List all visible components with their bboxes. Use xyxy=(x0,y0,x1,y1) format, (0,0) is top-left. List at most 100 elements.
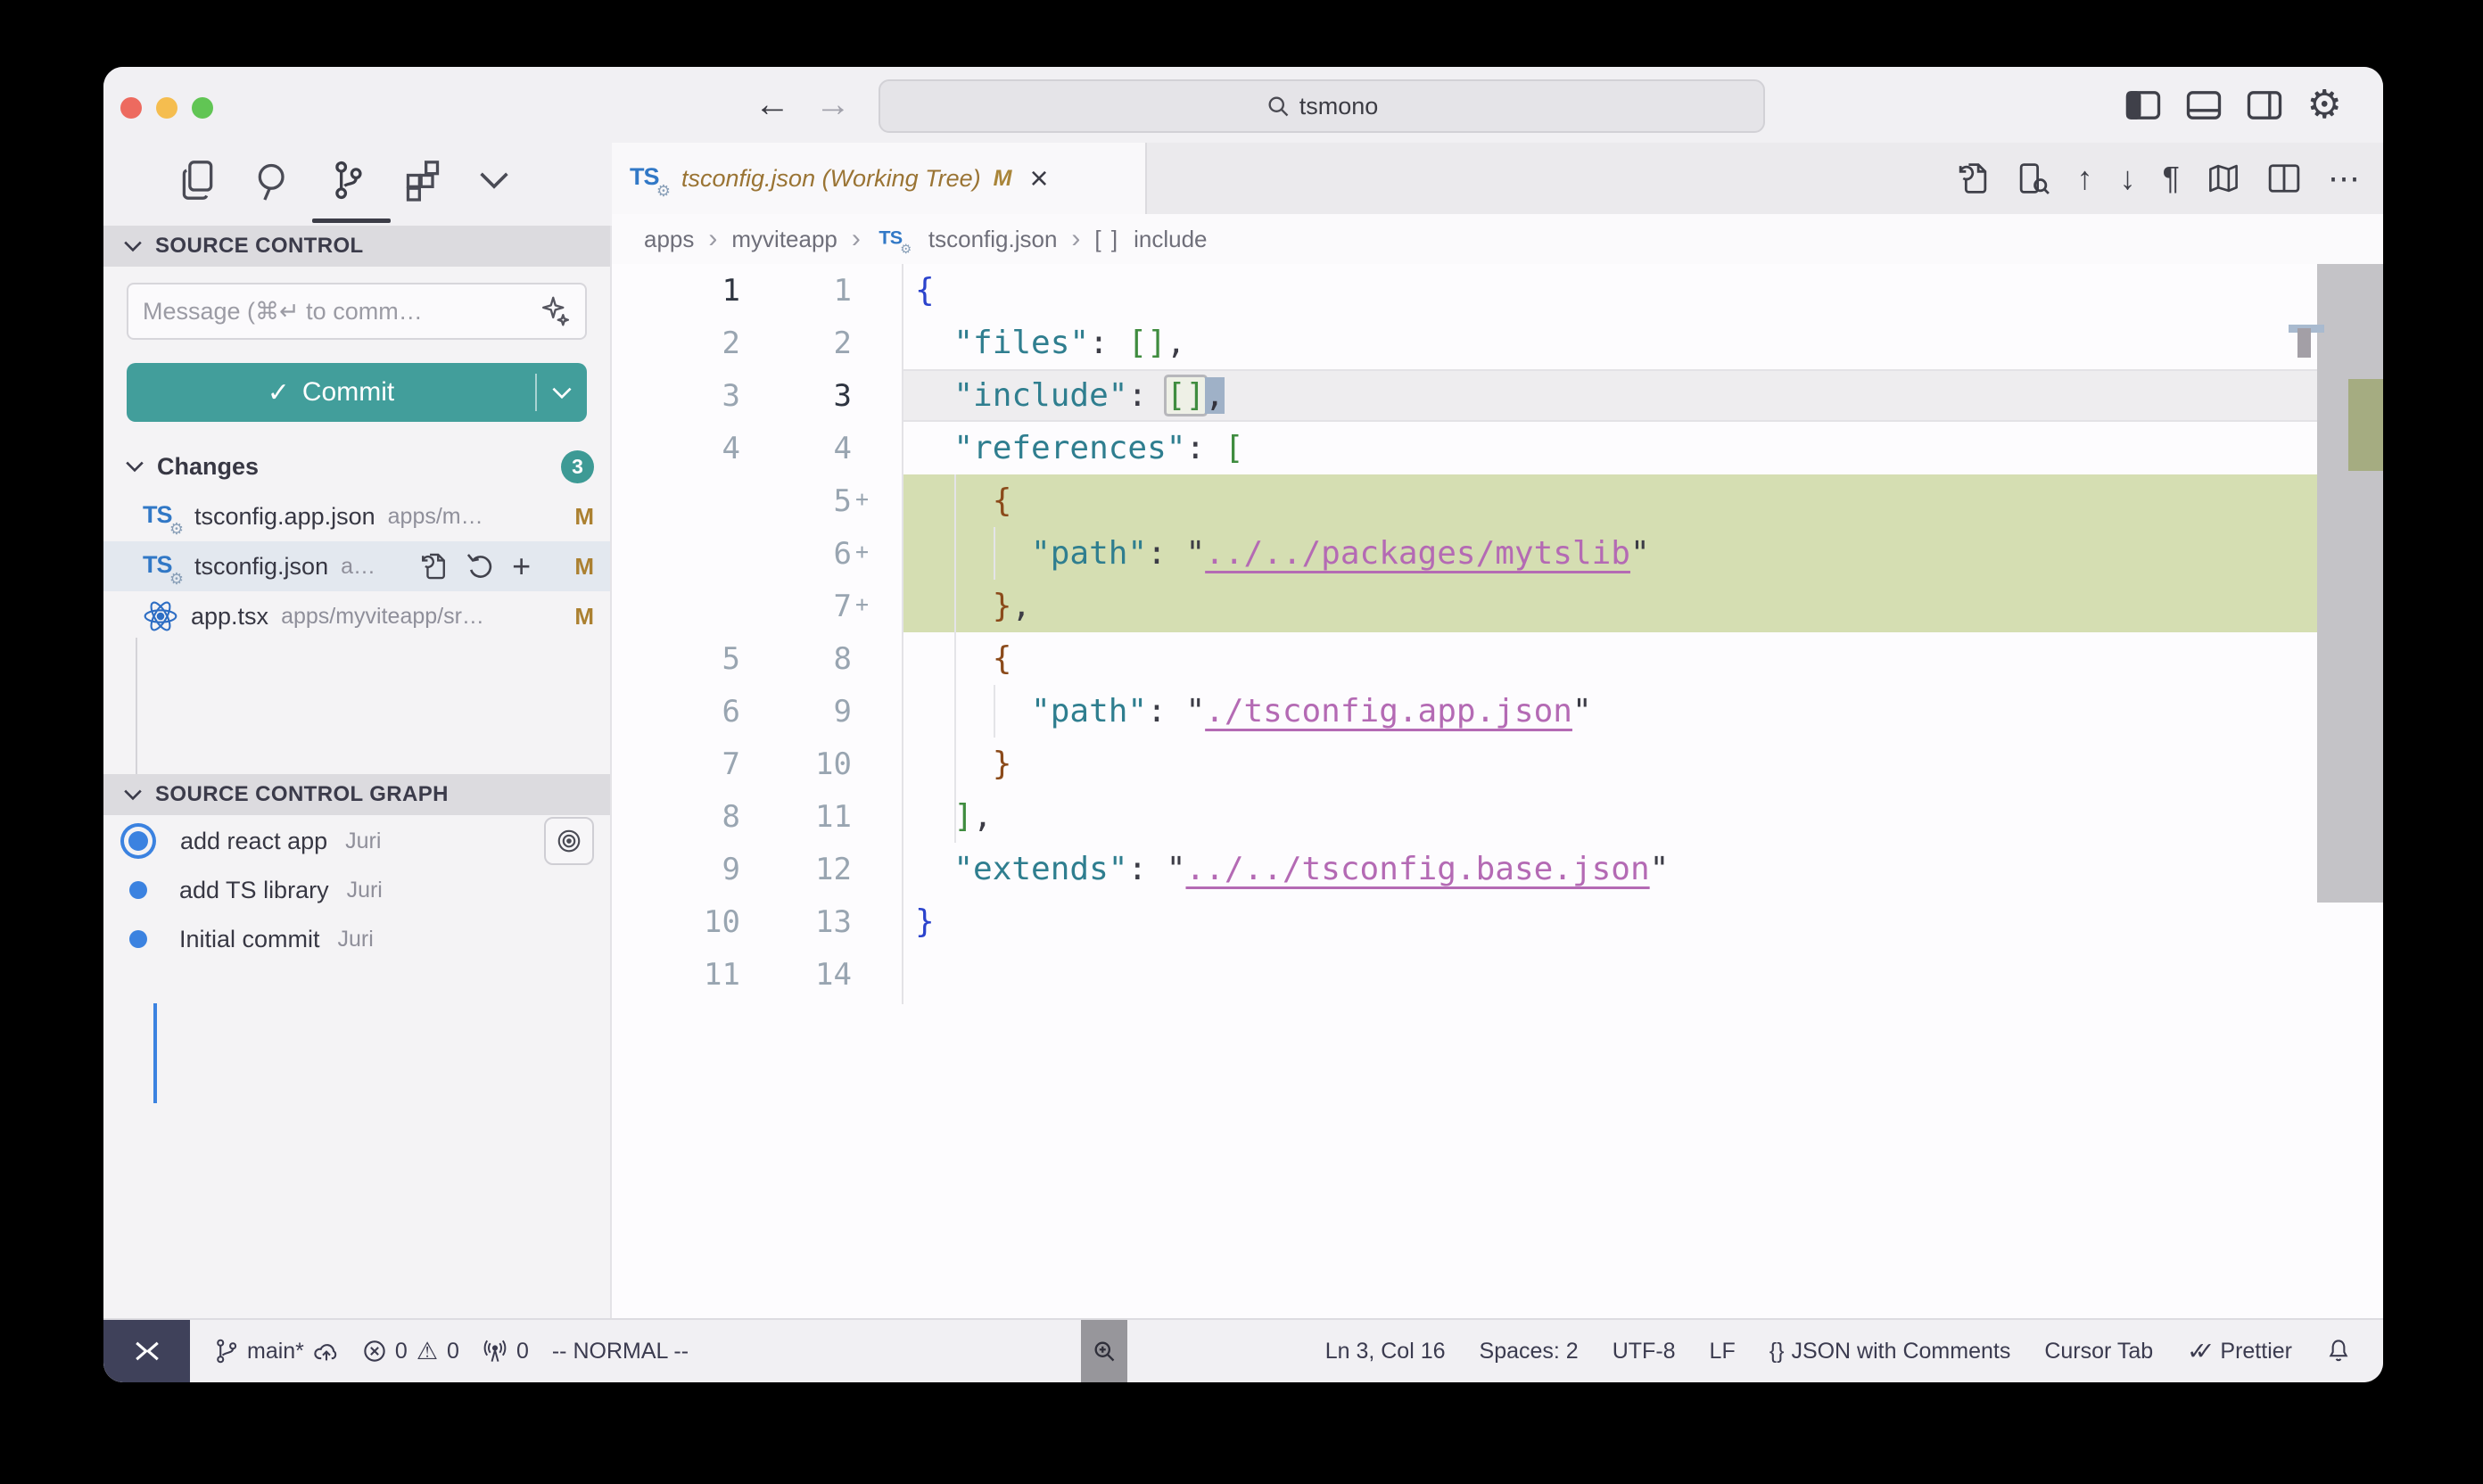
code-line[interactable]: 5+ { xyxy=(612,474,2383,527)
editor-scrollbar[interactable] xyxy=(2317,264,2383,903)
code-line[interactable]: 912 "extends": "../../tsconfig.base.json… xyxy=(612,843,2383,895)
code-line[interactable]: 1114 xyxy=(612,948,2383,1001)
code-line[interactable]: 811 ], xyxy=(612,790,2383,843)
toggle-panel-icon[interactable] xyxy=(2186,90,2222,120)
source-control-header[interactable]: SOURCE CONTROL xyxy=(103,226,610,267)
source-control-icon[interactable] xyxy=(328,159,367,202)
settings-gear-icon[interactable]: ⚙ xyxy=(2307,86,2342,125)
array-symbol-icon: [ ] xyxy=(1094,226,1119,253)
diff-editor[interactable]: 11{22 "files": [],33 "include": [],44 "r… xyxy=(612,264,2383,1318)
file-name: app.tsx xyxy=(191,603,268,631)
zoom-window-button[interactable] xyxy=(192,97,213,119)
code-line[interactable]: 6+ "path": "../../packages/mytslib" xyxy=(612,527,2383,580)
ports-count: 0 xyxy=(516,1339,529,1364)
tab-modified-badge: M xyxy=(994,166,1012,192)
toggle-primary-sidebar-icon[interactable] xyxy=(2125,90,2161,120)
split-editor-icon[interactable] xyxy=(2267,162,2301,194)
file-name: tsconfig.json xyxy=(194,553,328,581)
code-line[interactable]: 11{ xyxy=(612,264,2383,317)
zoom-indicator[interactable] xyxy=(1081,1320,1127,1382)
notifications-bell-icon[interactable] xyxy=(2326,1338,2351,1364)
breadcrumb-tsconfig-json[interactable]: tsconfig.json xyxy=(928,226,1058,253)
breadcrumb-separator: › xyxy=(708,224,717,254)
more-views-chevron-icon[interactable] xyxy=(478,170,510,190)
activity-bar xyxy=(103,143,612,226)
commit-message-placeholder: Message (⌘↵ to comm… xyxy=(143,298,540,326)
commit-head-dot xyxy=(128,831,148,851)
commit-message-input[interactable]: Message (⌘↵ to comm… xyxy=(127,283,587,340)
pilcrow-icon[interactable]: ¶ xyxy=(2163,162,2180,194)
inline-view-icon[interactable] xyxy=(2017,161,2050,196)
commit-graph-line xyxy=(153,1003,157,1103)
sparkle-ai-icon[interactable] xyxy=(540,295,571,327)
encoding-item[interactable]: UTF-8 xyxy=(1613,1339,1676,1364)
changed-file-app-tsx[interactable]: app.tsx apps/myviteapp/sr… M xyxy=(103,591,610,641)
ports-status-item[interactable]: 0 xyxy=(483,1339,529,1364)
problems-status-item[interactable]: 0 ⚠ 0 xyxy=(363,1338,459,1365)
cursor-position-item[interactable]: Ln 3, Col 16 xyxy=(1325,1339,1446,1364)
close-tab-icon[interactable]: × xyxy=(1029,160,1048,197)
breadcrumb-apps[interactable]: apps xyxy=(644,226,694,253)
tab-tsconfig-json-working-tree[interactable]: TS⚙ tsconfig.json (Working Tree) M × xyxy=(612,143,1147,214)
code-line[interactable]: 69 "path": "./tsconfig.app.json" xyxy=(612,685,2383,738)
file-path: a… xyxy=(341,554,375,580)
breadcrumb-myviteapp[interactable]: myviteapp xyxy=(731,226,837,253)
vscode-window: ← → tsmono xyxy=(103,67,2383,1382)
nav-back-icon[interactable]: ← xyxy=(755,85,790,125)
open-file-icon[interactable] xyxy=(1956,161,1990,196)
commit-dropdown-button[interactable] xyxy=(537,386,587,400)
more-actions-icon[interactable]: ⋯ xyxy=(2328,162,2360,194)
changed-file-tsconfig-app-json[interactable]: TS⚙ tsconfig.app.json apps/m… M xyxy=(103,491,610,541)
breadcrumb-separator: › xyxy=(852,224,861,254)
discard-changes-icon[interactable] xyxy=(466,551,494,581)
close-window-button[interactable] xyxy=(120,97,142,119)
branch-name: main* xyxy=(247,1339,304,1364)
commit-button-label: Commit xyxy=(302,377,394,408)
eol-item[interactable]: LF xyxy=(1710,1339,1736,1364)
source-control-sidebar: SOURCE CONTROL Message (⌘↵ to comm… ✓ Co… xyxy=(103,226,612,1318)
error-count: 0 xyxy=(395,1339,408,1364)
search-icon xyxy=(1266,94,1291,119)
commit-message: Initial commit xyxy=(179,926,320,953)
nav-forward-icon[interactable]: → xyxy=(815,85,851,125)
language-mode-item[interactable]: {} JSON with Comments xyxy=(1769,1339,2011,1364)
next-change-icon[interactable]: ↓ xyxy=(2120,162,2136,194)
extensions-icon[interactable] xyxy=(403,159,442,202)
formatter-item[interactable]: ✓✓ Prettier xyxy=(2187,1338,2292,1365)
branch-status-item[interactable]: main* xyxy=(213,1338,340,1364)
changed-file-tsconfig-json[interactable]: TS⚙ tsconfig.json a… + M xyxy=(103,541,610,591)
stage-changes-icon[interactable]: + xyxy=(512,550,531,582)
code-line[interactable]: 7+ }, xyxy=(612,580,2383,632)
code-line[interactable]: 710 } xyxy=(612,738,2383,790)
search-sidebar-icon[interactable] xyxy=(253,159,293,202)
minimize-window-button[interactable] xyxy=(156,97,177,119)
tab-label: tsconfig.json (Working Tree) xyxy=(681,165,981,193)
magnifier-plus-icon xyxy=(1092,1339,1117,1364)
code-line[interactable]: 44 "references": [ xyxy=(612,422,2383,474)
code-line[interactable]: 58 { xyxy=(612,632,2383,685)
changes-section-header[interactable]: Changes 3 xyxy=(103,441,610,491)
explorer-icon[interactable] xyxy=(178,159,218,202)
map-icon[interactable] xyxy=(2207,162,2240,194)
modified-status-badge: M xyxy=(574,603,594,631)
commit-row-initial-commit[interactable]: Initial commit Juri xyxy=(103,914,610,964)
source-control-graph-header[interactable]: SOURCE CONTROL GRAPH xyxy=(103,774,610,815)
ts-file-icon: TS⚙ xyxy=(143,551,182,581)
code-line[interactable]: 1013} xyxy=(612,895,2383,948)
commit-row-add-react-app[interactable]: add react app Juri xyxy=(103,816,610,866)
breadcrumb-include[interactable]: include xyxy=(1134,226,1207,253)
commit-button[interactable]: ✓ Commit xyxy=(127,363,587,422)
open-file-icon[interactable] xyxy=(419,551,448,581)
command-center-search[interactable]: tsmono xyxy=(879,79,1765,133)
code-line[interactable]: 22 "files": [], xyxy=(612,317,2383,369)
indentation-item[interactable]: Spaces: 2 xyxy=(1480,1339,1579,1364)
commit-row-add-ts-library[interactable]: add TS library Juri xyxy=(103,865,610,915)
code-line[interactable]: 33 "include": [], xyxy=(612,369,2383,422)
previous-change-icon[interactable]: ↑ xyxy=(2077,162,2093,194)
toggle-secondary-sidebar-icon[interactable] xyxy=(2247,90,2282,120)
remote-indicator[interactable] xyxy=(103,1320,190,1382)
braces-icon: {} xyxy=(1769,1339,1785,1364)
vim-mode-indicator[interactable]: -- NORMAL -- xyxy=(552,1339,689,1364)
goto-commit-target-button[interactable] xyxy=(544,817,594,865)
cursor-tab-item[interactable]: Cursor Tab xyxy=(2044,1339,2153,1364)
